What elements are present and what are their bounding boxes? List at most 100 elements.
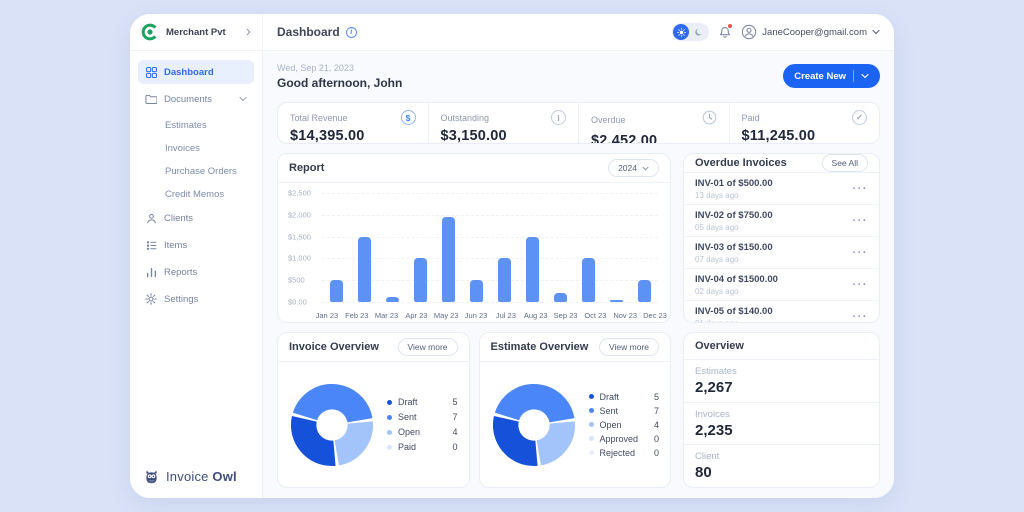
workspace-switcher[interactable]: Merchant Pvt [130,14,262,51]
overdue-invoices-list: INV-01 of $500.0013 days ago··· INV-02 of… [684,173,879,323]
report-bar-sep-23 [554,293,567,302]
overdue-invoice-menu-icon[interactable]: ··· [853,215,869,227]
info-icon[interactable]: i [346,27,357,38]
report-title: Report [289,162,324,174]
sidebar-item-dashboard[interactable]: Dashboard [138,60,254,84]
overdue-invoice-row: INV-01 of $500.0013 days ago··· [684,173,879,205]
overdue-invoice-menu-icon[interactable]: ··· [853,247,869,259]
sidebar-item-purchase-orders[interactable]: Purchase Orders [138,160,254,182]
theme-toggle[interactable] [672,23,709,41]
folder-icon [145,94,157,105]
sidebar-subitem-label: Invoices [165,143,200,154]
overdue-invoice-label: INV-02 of $750.00 [695,210,773,221]
report-bar-mar-23 [386,297,399,302]
legend-dot [387,445,392,450]
overdue-invoice-label: INV-01 of $500.00 [695,178,773,189]
report-bar-aug-23 [526,237,539,302]
legend-label: Sent [398,412,446,422]
sidebar-item-documents[interactable]: Documents [138,87,254,111]
chevron-down-icon [642,166,649,171]
stat-label: Overdue [591,115,626,125]
overdue-invoice-age: 01 days ago [695,319,773,323]
bar-column [406,193,434,302]
stats-summary-card: Total Revenue$$14,395.00Outstandingi$3,1… [277,102,880,144]
legend-label: Approved [600,434,648,444]
legend-dot [387,400,392,405]
overview-row-label: Client [695,451,868,462]
sidebar-item-estimates[interactable]: Estimates [138,114,254,136]
report-year-dropdown[interactable]: 2024 [608,159,659,177]
notifications-bell-icon[interactable] [719,26,731,39]
bar-column [518,193,546,302]
sidebar-item-label: Clients [164,213,247,224]
legend-value: 4 [654,420,659,430]
account-menu[interactable]: JaneCooper@gmail.com [741,24,880,40]
legend-row-draft: Draft5 [387,397,458,407]
main-area: Dashboard i [263,14,894,498]
sidebar-item-clients[interactable]: Clients [138,206,254,230]
settings-icon [145,293,157,305]
sidebar-item-reports[interactable]: Reports [138,260,254,284]
invoice-view-more-button[interactable]: View more [398,338,458,356]
merchant-logo-icon [140,22,160,42]
sidebar-item-credit-memos[interactable]: Credit Memos [138,183,254,205]
stat-value: $3,150.00 [441,128,567,144]
overdue-invoice-menu-icon[interactable]: ··· [853,279,869,291]
sidebar: Merchant Pvt Dashboard Documents Estimates… [130,14,263,498]
legend-value: 5 [452,397,457,407]
legend-row-rejected: Rejected0 [589,448,660,458]
bar-column [322,193,350,302]
see-all-button[interactable]: See All [822,154,868,172]
legend-row-draft: Draft5 [589,392,660,402]
create-new-button[interactable]: Create New [783,64,880,88]
x-tick-label: May 23 [431,311,461,320]
report-bar-dec-23 [638,280,651,302]
overdue-invoice-menu-icon[interactable]: ··· [853,183,869,195]
sidebar-item-invoices[interactable]: Invoices [138,137,254,159]
overdue-invoices-title: Overdue Invoices [695,157,787,169]
report-bar-oct-23 [582,258,595,302]
check-circle-icon: ✓ [852,110,867,125]
overview-row-label: Invoices [695,409,868,420]
legend-value: 0 [654,448,659,458]
x-tick-label: Mar 23 [372,311,402,320]
y-tick-label: $2,000 [288,210,311,219]
bars-container [322,193,658,302]
legend-row-open: Open4 [589,420,660,430]
overview-title: Overview [695,340,744,352]
clients-icon [145,213,157,224]
report-bar-nov-23 [610,300,623,302]
estimate-view-more-button[interactable]: View more [599,338,659,356]
legend-label: Draft [600,392,648,402]
overdue-invoice-row: INV-05 of $140.0001 days ago··· [684,301,879,323]
y-tick-label: $1,500 [288,232,311,241]
overview-row-client: Client80 [684,445,879,487]
dashboard-content: Wed, Sep 21, 2023 Good afternoon, John C… [263,51,894,498]
sidebar-item-label: Documents [164,94,232,105]
x-tick-label: Nov 23 [610,311,640,320]
overview-card: Overview Estimates2,267Invoices2,235Clie… [683,332,880,488]
sidebar-item-items[interactable]: Items [138,233,254,257]
create-new-label: Create New [794,71,846,82]
workspace-name: Merchant Pvt [166,27,239,38]
owl-icon [143,468,160,485]
bar-column [462,193,490,302]
legend-dot [387,415,392,420]
stat-card-total-revenue: Total Revenue$$14,395.00 [278,103,428,143]
overdue-invoice-menu-icon[interactable]: ··· [853,311,869,323]
overview-row-invoices: Invoices2,235 [684,403,879,446]
x-tick-label: Sep 23 [551,311,581,320]
legend-value: 7 [452,412,457,422]
legend-dot [589,408,594,413]
legend-row-approved: Approved0 [589,434,660,444]
overdue-invoice-label: INV-04 of $1500.00 [695,274,778,285]
overdue-invoices-card: Overdue Invoices See All INV-01 of $500.… [683,153,880,323]
legend-dot [589,394,594,399]
bar-column [602,193,630,302]
estimate-overview-title: Estimate Overview [491,341,589,353]
y-tick-label: $2,500 [288,189,311,198]
chevron-down-icon [861,73,869,79]
sidebar-item-settings[interactable]: Settings [138,287,254,311]
legend-row-open: Open4 [387,427,458,437]
overview-rows: Estimates2,267Invoices2,235Client80 [684,360,879,487]
